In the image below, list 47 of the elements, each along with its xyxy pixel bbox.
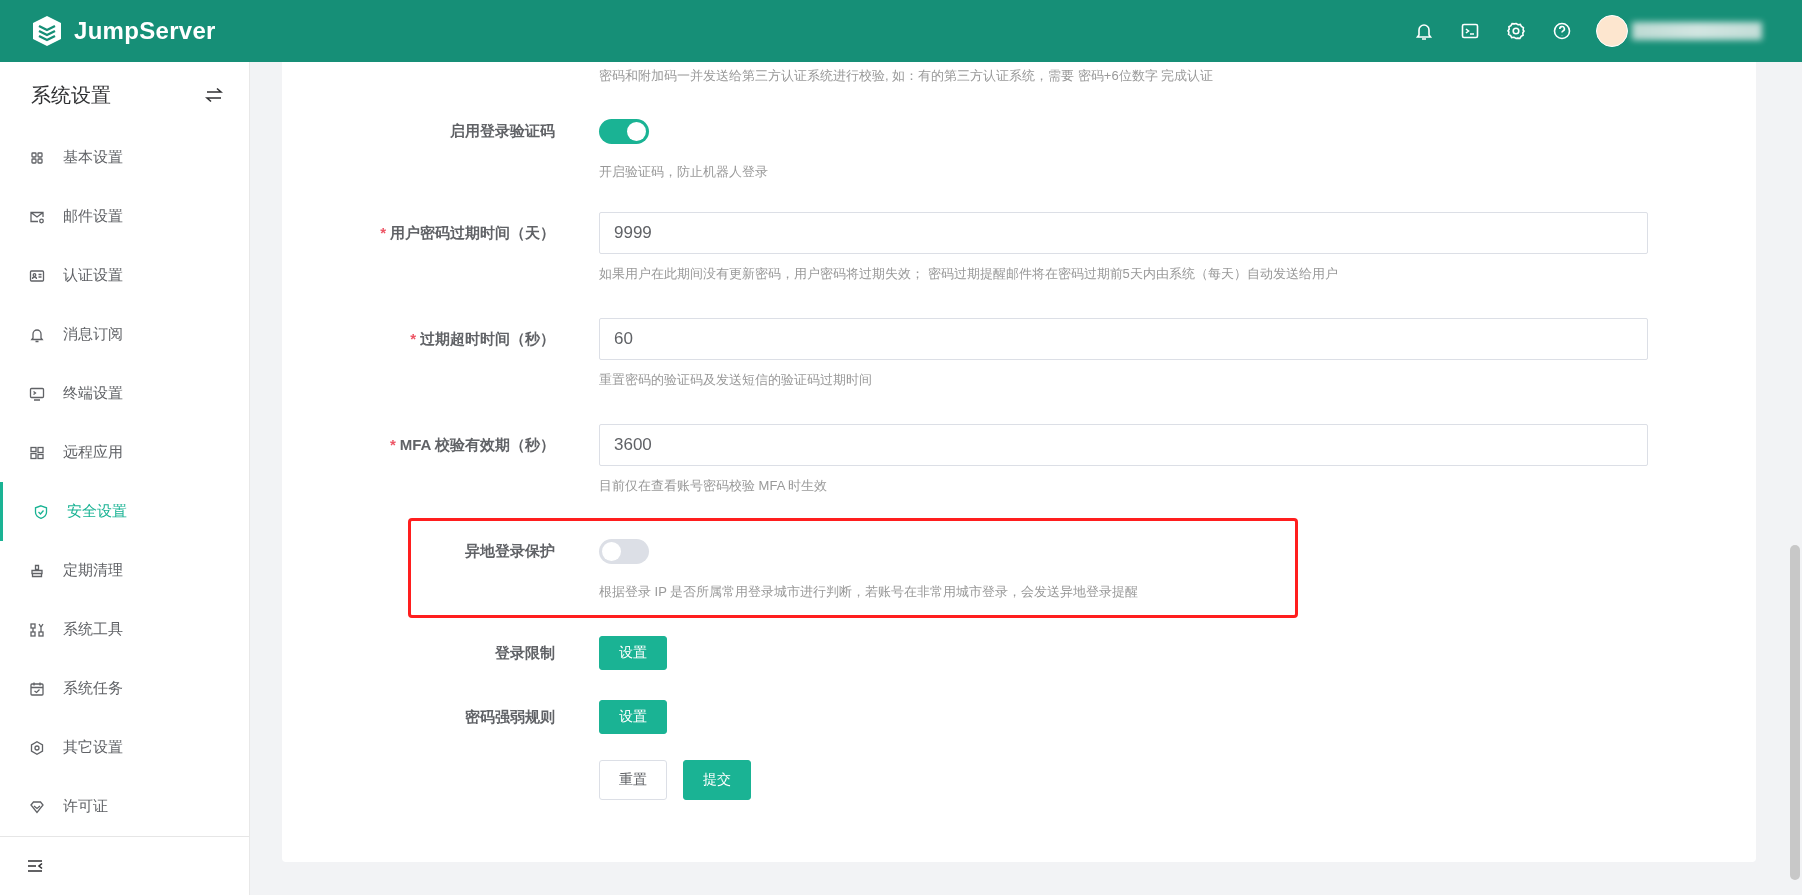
sidebar-item[interactable]: 远程应用 <box>0 423 249 482</box>
sidebar-title: 系统设置 <box>31 82 111 108</box>
scrollbar-thumb[interactable] <box>1790 545 1800 880</box>
number-input-field[interactable]: 3600 <box>599 424 1648 466</box>
sidebar-item[interactable]: 消息订阅 <box>0 305 249 364</box>
sidebar-item[interactable]: 许可证 <box>0 777 249 836</box>
sidebar-item[interactable]: 系统任务 <box>0 659 249 718</box>
sidebar-item[interactable]: 基本设置 <box>0 128 249 187</box>
field-label: * 过期超时时间（秒） <box>409 329 556 349</box>
field-label: 密码强弱规则 <box>464 707 556 727</box>
toggle-switch[interactable] <box>599 538 649 564</box>
windows-icon <box>29 444 45 461</box>
sidebar-item[interactable]: 终端设置 <box>0 364 249 423</box>
sidebar-item[interactable]: 邮件设置 <box>0 187 249 246</box>
number-input-field[interactable]: 60 <box>599 318 1648 360</box>
calendar-check-icon <box>29 680 45 697</box>
field-label: * 用户密码过期时间（天） <box>379 223 556 243</box>
help-text: 重置密码的验证码及发送短信的验证码过期时间 <box>599 371 873 389</box>
bell-icon <box>29 326 45 343</box>
field-label: * MFA 校验有效期（秒） <box>388 435 556 455</box>
field-label: 启用登录验证码 <box>449 121 556 141</box>
nodes-icon <box>29 621 45 638</box>
diamond-icon <box>29 798 45 815</box>
logo-text: JumpServer <box>74 17 216 45</box>
sidebar-item[interactable]: 其它设置 <box>0 718 249 777</box>
help-text: 根据登录 IP 是否所属常用登录城市进行判断，若账号在非常用城市登录，会发送异地登录提醒 <box>599 583 1140 601</box>
help-text: 开启验证码，防止机器人登录 <box>599 163 769 181</box>
reset-button[interactable]: 重置 <box>599 760 667 800</box>
toggle-switch[interactable] <box>599 118 649 144</box>
sidebar-item[interactable]: 定期清理 <box>0 541 249 600</box>
logo-icon <box>30 14 64 48</box>
brush-icon <box>29 562 45 579</box>
field-label: 登录限制 <box>494 643 556 663</box>
field-label: 异地登录保护 <box>464 541 556 561</box>
collapse-menu-icon[interactable] <box>27 859 43 873</box>
monitor-icon <box>29 385 45 402</box>
hexagon-icon <box>29 739 45 756</box>
sidebar-item[interactable]: 系统工具 <box>0 600 249 659</box>
number-input-field[interactable]: 9999 <box>599 212 1648 254</box>
grid-icon <box>29 149 45 166</box>
help-text: 如果用户在此期间没有更新密码，用户密码将过期失效； 密码过期提醒邮件将在密码过期前5天内由系统（每天）自动发送给用户 <box>599 265 1339 283</box>
avatar-circle[interactable] <box>1596 15 1628 47</box>
swap-icon[interactable] <box>205 87 223 103</box>
help-text: 目前仅在查看账号密码校验 MFA 时生效 <box>599 477 829 495</box>
id-card-icon <box>29 267 45 284</box>
shield-check-icon <box>33 503 49 520</box>
sidebar-item[interactable]: 认证设置 <box>0 246 249 305</box>
